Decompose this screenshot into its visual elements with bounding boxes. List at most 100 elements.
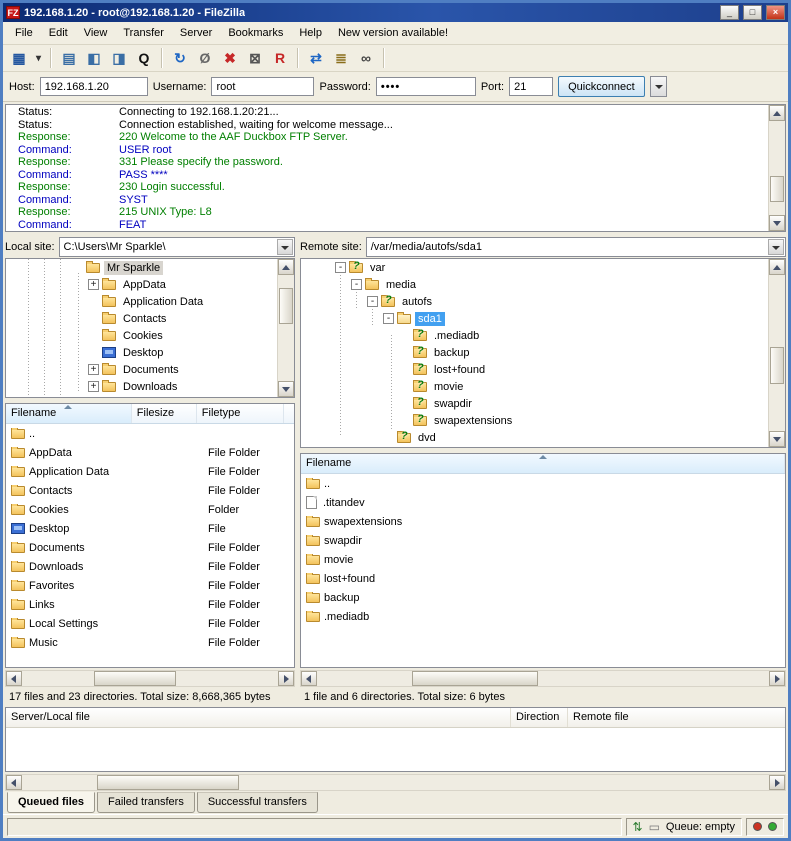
tree-item[interactable]: Cookies — [6, 327, 294, 344]
file-row[interactable]: .. — [301, 474, 785, 493]
column-header-direction[interactable]: Direction — [511, 708, 568, 727]
username-input[interactable] — [211, 77, 314, 96]
tree-item[interactable]: Contacts — [6, 310, 294, 327]
tab-queued-files[interactable]: Queued files — [7, 792, 95, 813]
queue-horizontal-scrollbar[interactable] — [5, 774, 786, 791]
tree-item[interactable]: media — [301, 276, 785, 293]
collapse-icon[interactable] — [351, 279, 362, 290]
scroll-up-button[interactable] — [769, 105, 785, 121]
reconnect-icon[interactable]: R — [268, 47, 292, 69]
local-horizontal-scrollbar[interactable] — [5, 670, 295, 687]
chevron-down-icon[interactable] — [768, 239, 784, 255]
tree-item[interactable]: Application Data — [6, 293, 294, 310]
file-row[interactable]: .titandev — [301, 493, 785, 512]
synchronized-browsing-icon[interactable]: ≣ — [329, 47, 353, 69]
column-header-filename[interactable]: Filename — [6, 404, 132, 423]
tree-item[interactable]: swapdir — [301, 395, 785, 412]
disconnect-icon[interactable]: ⊠ — [243, 47, 267, 69]
file-row[interactable]: LinksFile Folder — [6, 595, 294, 614]
menu-bookmarks[interactable]: Bookmarks — [220, 23, 291, 43]
scroll-up-button[interactable] — [278, 259, 294, 275]
column-header-filesize[interactable]: Filesize — [132, 404, 197, 423]
remote-horizontal-scrollbar[interactable] — [300, 670, 786, 687]
tab-failed-transfers[interactable]: Failed transfers — [97, 792, 195, 813]
maximize-button[interactable]: □ — [743, 5, 762, 20]
file-row[interactable]: movie — [301, 550, 785, 569]
file-row[interactable]: CookiesFolder — [6, 500, 294, 519]
collapse-icon[interactable] — [383, 313, 394, 324]
expand-icon[interactable] — [88, 381, 99, 392]
menu-help[interactable]: Help — [291, 23, 330, 43]
scrollbar-thumb[interactable] — [412, 671, 539, 686]
port-input[interactable] — [509, 77, 553, 96]
scrollbar-thumb[interactable] — [94, 671, 176, 686]
expand-icon[interactable] — [88, 364, 99, 375]
menu-file[interactable]: File — [7, 23, 41, 43]
tree-item[interactable]: AppData — [6, 276, 294, 293]
file-row[interactable]: Local SettingsFile Folder — [6, 614, 294, 633]
file-row[interactable]: lost+found — [301, 569, 785, 588]
file-row[interactable]: AppDataFile Folder — [6, 443, 294, 462]
local-tree-scrollbar[interactable] — [277, 259, 294, 397]
tree-item[interactable]: Documents — [6, 361, 294, 378]
column-header-remote-file[interactable]: Remote file — [568, 708, 785, 727]
filter-icon[interactable]: Ø — [193, 47, 217, 69]
tree-item[interactable]: swapextensions — [301, 412, 785, 429]
scroll-right-button[interactable] — [769, 671, 785, 686]
toggle-message-log-icon[interactable]: ▤ — [57, 47, 81, 69]
tree-item[interactable]: Mr Sparkle — [6, 259, 294, 276]
find-files-icon[interactable]: ∞ — [354, 47, 378, 69]
column-header-filename[interactable]: Filename — [301, 454, 785, 473]
log-vertical-scrollbar[interactable] — [768, 105, 785, 231]
scroll-up-button[interactable] — [769, 259, 785, 275]
file-row[interactable]: DesktopFile — [6, 519, 294, 538]
menu-transfer[interactable]: Transfer — [115, 23, 172, 43]
scroll-left-button[interactable] — [6, 671, 22, 686]
scrollbar-thumb[interactable] — [770, 347, 784, 384]
scroll-left-button[interactable] — [6, 775, 22, 790]
tree-item[interactable]: autofs — [301, 293, 785, 310]
collapse-icon[interactable] — [335, 262, 346, 273]
toggle-remote-tree-icon[interactable]: ◨ — [107, 47, 131, 69]
file-row[interactable]: backup — [301, 588, 785, 607]
minimize-button[interactable]: _ — [720, 5, 739, 20]
menu-new-version-notice[interactable]: New version available! — [330, 23, 456, 43]
file-row[interactable]: MusicFile Folder — [6, 633, 294, 652]
site-manager-icon[interactable]: ▦ — [7, 47, 31, 69]
chevron-down-icon[interactable] — [277, 239, 293, 255]
site-manager-dropdown-icon[interactable]: ▾ — [32, 47, 45, 69]
scroll-down-button[interactable] — [769, 431, 785, 447]
scroll-down-button[interactable] — [769, 215, 785, 231]
file-row[interactable]: .mediadb — [301, 607, 785, 626]
scroll-down-button[interactable] — [278, 381, 294, 397]
tree-item[interactable]: dvd — [301, 429, 785, 446]
cancel-icon[interactable]: ✖ — [218, 47, 242, 69]
directory-comparison-icon[interactable]: ⇄ — [304, 47, 328, 69]
tree-item[interactable]: var — [301, 259, 785, 276]
password-input[interactable] — [376, 77, 476, 96]
scrollbar-thumb[interactable] — [279, 288, 293, 324]
menu-view[interactable]: View — [76, 23, 116, 43]
scroll-right-button[interactable] — [769, 775, 785, 790]
tree-item[interactable]: .mediadb — [301, 327, 785, 344]
tree-item[interactable]: sda1 — [301, 310, 785, 327]
file-row[interactable]: FavoritesFile Folder — [6, 576, 294, 595]
expand-icon[interactable] — [88, 279, 99, 290]
close-button[interactable]: × — [766, 5, 785, 20]
menu-edit[interactable]: Edit — [41, 23, 76, 43]
scroll-left-button[interactable] — [301, 671, 317, 686]
tree-item[interactable]: lost+found — [301, 361, 785, 378]
column-header-filetype[interactable]: Filetype — [197, 404, 284, 423]
file-row[interactable]: .. — [6, 424, 294, 443]
quickconnect-dropdown-icon[interactable] — [650, 76, 667, 97]
file-row[interactable]: ContactsFile Folder — [6, 481, 294, 500]
tree-item[interactable]: movie — [301, 378, 785, 395]
tree-item[interactable]: backup — [301, 344, 785, 361]
scrollbar-thumb[interactable] — [770, 176, 784, 202]
menu-server[interactable]: Server — [172, 23, 220, 43]
toggle-local-tree-icon[interactable]: ◧ — [82, 47, 106, 69]
file-row[interactable]: Application DataFile Folder — [6, 462, 294, 481]
column-header-server-local-file[interactable]: Server/Local file — [6, 708, 511, 727]
quickconnect-button[interactable]: Quickconnect — [558, 76, 645, 97]
tab-successful-transfers[interactable]: Successful transfers — [197, 792, 318, 813]
